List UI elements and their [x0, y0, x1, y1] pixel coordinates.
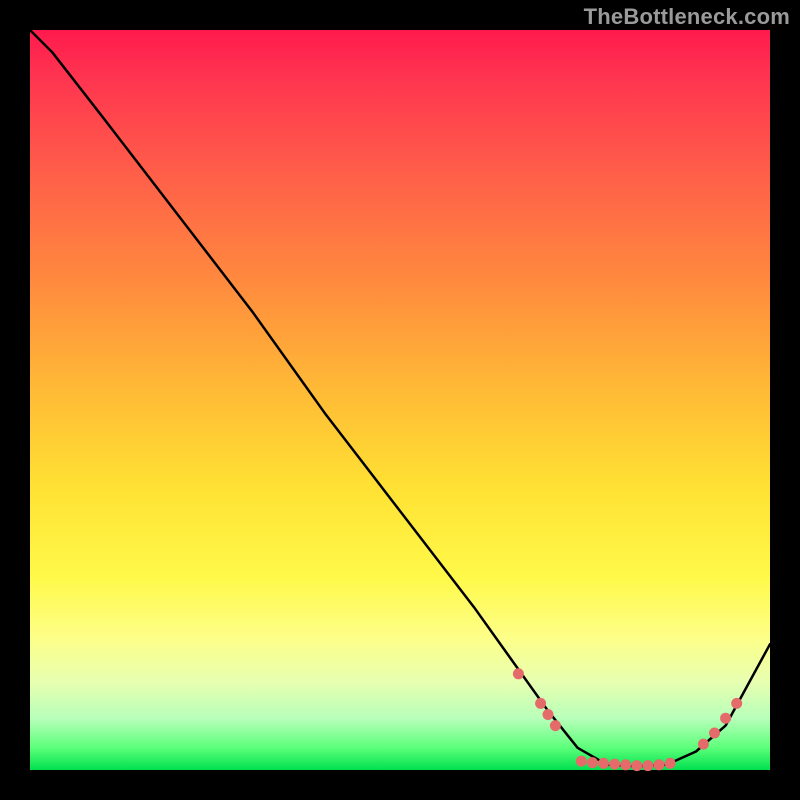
marker-dot — [665, 758, 676, 769]
marker-dot — [598, 758, 609, 769]
marker-dot — [654, 759, 665, 770]
marker-dot — [698, 739, 709, 750]
marker-dot — [720, 713, 731, 724]
marker-dot — [609, 759, 620, 770]
marker-dot — [550, 720, 561, 731]
bottleneck-curve-line — [30, 30, 770, 766]
marker-dot — [576, 756, 587, 767]
chart-stage: TheBottleneck.com — [0, 0, 800, 800]
watermark-text: TheBottleneck.com — [584, 4, 790, 30]
chart-overlay — [30, 30, 770, 770]
marker-dot — [631, 760, 642, 771]
plot-area — [30, 30, 770, 770]
marker-dot — [535, 698, 546, 709]
marker-dot — [587, 757, 598, 768]
marker-dot — [620, 759, 631, 770]
marker-dot — [513, 668, 524, 679]
marker-dot — [642, 760, 653, 771]
marker-dot — [731, 698, 742, 709]
marker-dots-group — [513, 668, 742, 771]
marker-dot — [709, 728, 720, 739]
marker-dot — [543, 709, 554, 720]
